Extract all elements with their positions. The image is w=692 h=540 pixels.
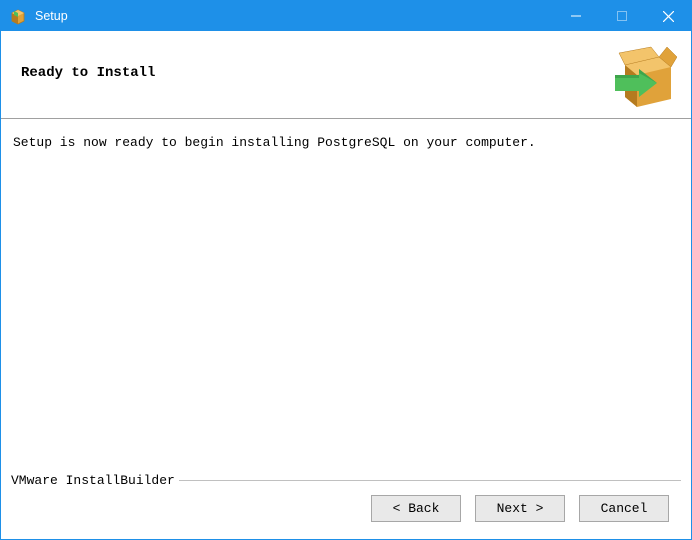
window-title: Setup: [35, 9, 68, 23]
wizard-header: Ready to Install: [1, 31, 691, 119]
maximize-button: [599, 1, 645, 31]
cancel-button[interactable]: Cancel: [579, 495, 669, 522]
minimize-button[interactable]: [553, 1, 599, 31]
wizard-body: Setup is now ready to begin installing P…: [1, 119, 691, 473]
footer-frame: VMware InstallBuilder < Back Next > Canc…: [11, 473, 681, 533]
wizard-footer: VMware InstallBuilder < Back Next > Canc…: [1, 473, 691, 539]
close-button[interactable]: [645, 1, 691, 31]
button-row: < Back Next > Cancel: [371, 495, 669, 522]
ready-message: Setup is now ready to begin installing P…: [13, 135, 679, 152]
next-button[interactable]: Next >: [475, 495, 565, 522]
titlebar: Setup: [1, 1, 691, 31]
setup-window: Setup Ready to Install: [0, 0, 692, 540]
app-icon: [9, 7, 27, 25]
page-title: Ready to Install: [21, 65, 155, 81]
window-controls: [553, 1, 691, 31]
back-button[interactable]: < Back: [371, 495, 461, 522]
builder-label: VMware InstallBuilder: [11, 473, 179, 488]
install-box-icon: [611, 43, 677, 109]
